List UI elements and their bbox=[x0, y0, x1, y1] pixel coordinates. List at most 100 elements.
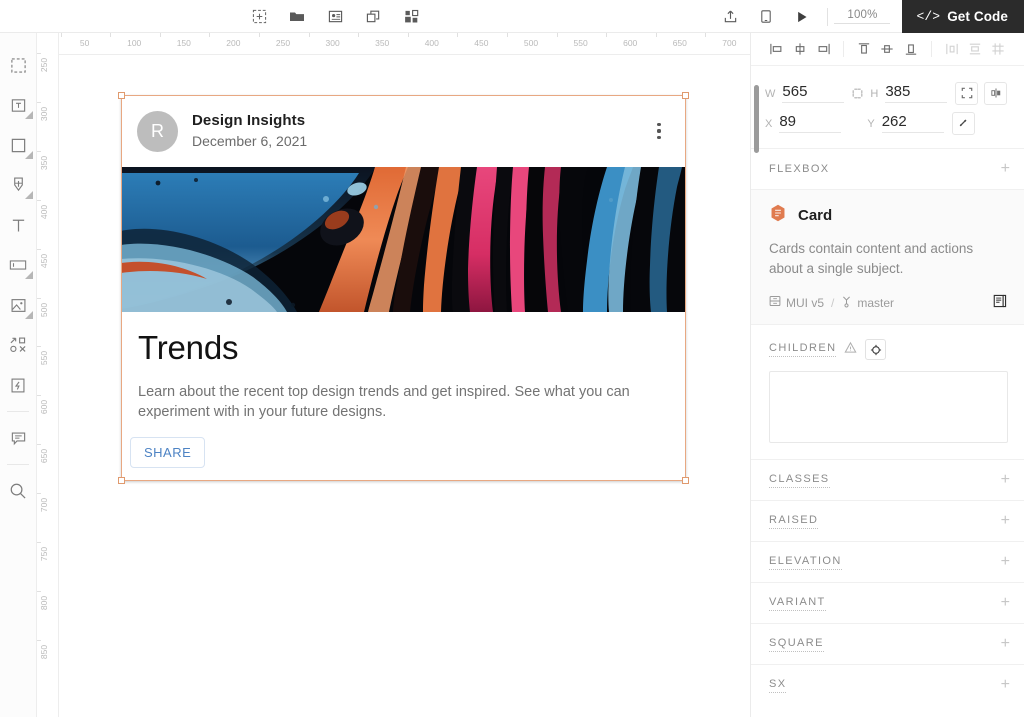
top-toolbar-center-tools bbox=[248, 0, 422, 33]
add-elevation-icon[interactable]: + bbox=[1001, 554, 1010, 570]
duplicate-icon[interactable] bbox=[362, 6, 384, 28]
card-media-image bbox=[121, 167, 686, 312]
ruler-tick: 150 bbox=[176, 38, 191, 48]
interactions-icon[interactable] bbox=[1, 365, 35, 405]
ruler-tick: 850 bbox=[39, 644, 49, 659]
text-box-icon[interactable] bbox=[1, 85, 35, 125]
alignment-divider bbox=[931, 41, 932, 57]
card-title-text: Design Insights bbox=[192, 112, 306, 129]
x-field[interactable]: X 89 bbox=[765, 113, 842, 133]
more-vertical-icon[interactable] bbox=[646, 123, 672, 139]
ruler-tick: 300 bbox=[325, 38, 340, 48]
card-header: R Design Insights December 6, 2021 bbox=[121, 95, 686, 167]
section-square[interactable]: SQUARE + bbox=[751, 623, 1024, 664]
toolbar-divider bbox=[7, 464, 29, 465]
y-input[interactable]: 262 bbox=[881, 113, 944, 133]
height-input[interactable]: 385 bbox=[885, 83, 948, 103]
section-sx[interactable]: SX + bbox=[751, 664, 1024, 705]
share-button[interactable]: SHARE bbox=[130, 437, 206, 468]
component-meta: MUI v5 / master bbox=[769, 293, 1008, 312]
horizontal-ruler: 50 100 150 200 250 300 350 400 450 500 550 600 650 70… bbox=[37, 33, 750, 55]
flip-horizontal-icon[interactable] bbox=[984, 81, 1008, 105]
height-field[interactable]: H 385 bbox=[870, 83, 948, 103]
components-grid-icon[interactable] bbox=[1, 325, 35, 365]
vertical-ruler: 2250300350400450500550600650700750800850 bbox=[37, 33, 59, 717]
documentation-icon[interactable] bbox=[992, 293, 1008, 312]
align-right-icon[interactable] bbox=[811, 37, 834, 62]
ruler-tickline bbox=[37, 444, 41, 446]
select-marquee-icon[interactable] bbox=[1, 45, 35, 85]
section-label: ELEVATION bbox=[769, 555, 842, 570]
ruler-tick: 500 bbox=[523, 38, 539, 48]
children-label: CHILDREN bbox=[769, 342, 837, 357]
search-icon[interactable] bbox=[1, 471, 35, 511]
add-square-icon[interactable]: + bbox=[1001, 636, 1010, 652]
add-raised-icon[interactable]: + bbox=[1001, 513, 1010, 529]
design-canvas[interactable]: R Design Insights December 6, 2021 Trend… bbox=[59, 55, 750, 717]
distribute-vertical-icon[interactable] bbox=[964, 37, 987, 62]
distribute-grid-icon[interactable] bbox=[987, 37, 1010, 62]
align-middle-vertical-icon[interactable] bbox=[876, 37, 899, 62]
branch-icon bbox=[841, 295, 852, 311]
align-bottom-icon[interactable] bbox=[899, 37, 922, 62]
ruler-tick: 800 bbox=[39, 595, 49, 610]
ruler-tickline bbox=[37, 590, 41, 592]
input-field-icon[interactable] bbox=[1, 245, 35, 285]
text-icon[interactable] bbox=[1, 205, 35, 245]
component-header: Card bbox=[769, 204, 1008, 227]
add-sx-icon[interactable]: + bbox=[1001, 677, 1010, 693]
add-artboard-icon[interactable] bbox=[248, 6, 270, 28]
publish-icon[interactable] bbox=[719, 6, 741, 28]
image-icon[interactable] bbox=[324, 6, 346, 28]
rectangle-icon[interactable] bbox=[1, 125, 35, 165]
ruler-tickline bbox=[37, 542, 41, 543]
get-code-button[interactable]: </> Get Code bbox=[902, 0, 1024, 33]
section-raised[interactable]: RAISED + bbox=[751, 500, 1024, 541]
width-field[interactable]: W 565 bbox=[765, 83, 845, 103]
height-label: H bbox=[870, 88, 879, 100]
constrain-proportions-icon[interactable] bbox=[846, 87, 868, 100]
distribute-horizontal-icon[interactable] bbox=[941, 37, 964, 62]
inspector-scrollbar[interactable] bbox=[754, 85, 759, 153]
y-field[interactable]: Y 262 bbox=[867, 113, 944, 133]
children-dropzone[interactable] bbox=[769, 371, 1008, 443]
reset-circle-icon[interactable] bbox=[865, 339, 887, 360]
folder-icon[interactable] bbox=[286, 6, 308, 28]
pen-icon[interactable] bbox=[1, 165, 35, 205]
size-row: W 565 H 385 bbox=[765, 78, 1010, 108]
component-name: Card bbox=[798, 207, 833, 224]
comment-icon[interactable] bbox=[1, 418, 35, 458]
components-icon[interactable] bbox=[400, 6, 422, 28]
play-icon[interactable] bbox=[791, 6, 813, 28]
add-variant-icon[interactable]: + bbox=[1001, 595, 1010, 611]
device-preview-icon[interactable] bbox=[755, 6, 777, 28]
children-block: CHILDREN bbox=[751, 325, 1024, 459]
align-center-horizontal-icon[interactable] bbox=[788, 37, 811, 62]
toolbar-divider bbox=[7, 411, 29, 412]
ruler-tickline bbox=[37, 346, 41, 348]
section-classes[interactable]: CLASSES + bbox=[751, 459, 1024, 500]
fit-content-icon[interactable] bbox=[955, 81, 979, 105]
library-icon bbox=[769, 295, 781, 310]
image-placeholder-icon[interactable] bbox=[1, 285, 35, 325]
zoom-level-input[interactable]: 100% bbox=[834, 9, 891, 24]
inspector-panel: W 565 H 385 X 89 Y 262 FLEXBOX + Card Ca… bbox=[750, 33, 1024, 717]
section-elevation[interactable]: ELEVATION + bbox=[751, 541, 1024, 582]
width-label: W bbox=[765, 88, 776, 100]
add-flexbox-icon[interactable]: + bbox=[1001, 161, 1010, 177]
ruler-tickline bbox=[37, 493, 41, 495]
section-variant[interactable]: VARIANT + bbox=[751, 582, 1024, 623]
width-input[interactable]: 565 bbox=[782, 83, 845, 103]
rotate-icon[interactable] bbox=[951, 111, 975, 135]
alignment-divider bbox=[843, 41, 844, 57]
mui-card-component[interactable]: R Design Insights December 6, 2021 Trend… bbox=[121, 95, 686, 481]
ruler-tick: 400 bbox=[424, 38, 439, 48]
align-left-icon[interactable] bbox=[765, 37, 788, 62]
align-top-icon[interactable] bbox=[853, 37, 876, 62]
ruler-tick: 600 bbox=[39, 400, 49, 415]
warning-triangle-icon[interactable] bbox=[844, 341, 858, 359]
ruler-tick: 400 bbox=[39, 204, 49, 219]
add-classes-icon[interactable]: + bbox=[1001, 472, 1010, 488]
x-input[interactable]: 89 bbox=[779, 113, 842, 133]
section-flexbox[interactable]: FLEXBOX + bbox=[751, 148, 1024, 189]
